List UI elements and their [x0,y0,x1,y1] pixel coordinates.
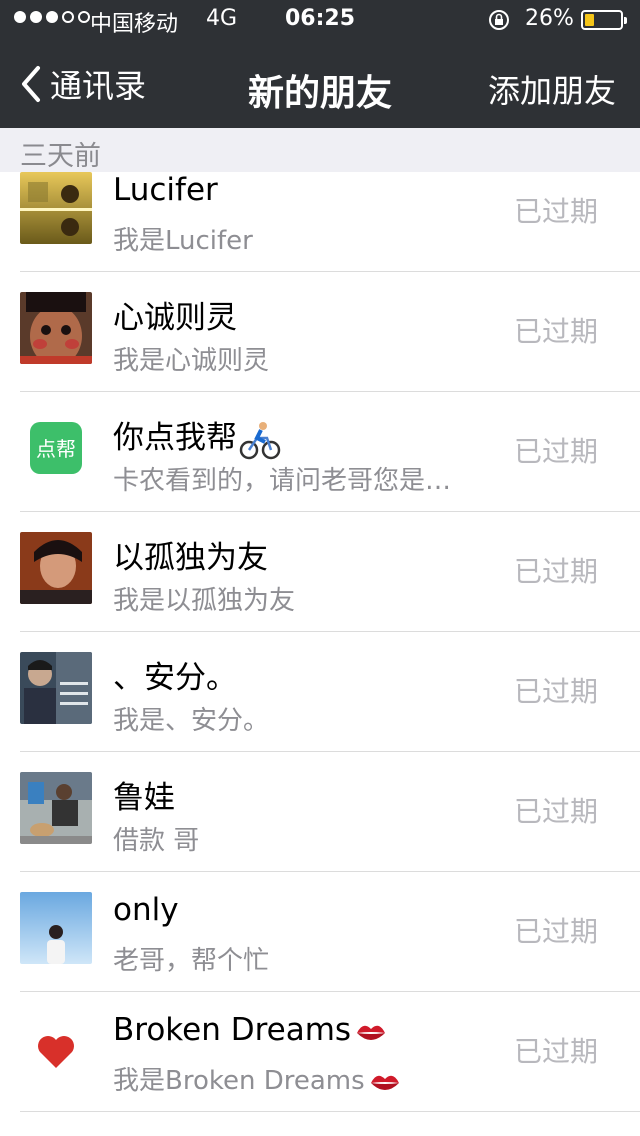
request-status: 已过期 [513,1035,598,1068]
add-friend-button[interactable]: 添加朋友 [488,66,616,112]
friend-request-row[interactable]: Lucifer 我是Lucifer 已过期 [0,172,640,272]
friend-name: 心诚则灵 [113,292,237,337]
friend-name: 、安分。 [113,652,237,697]
request-status: 已过期 [513,555,598,588]
sunset-photo-avatar [20,172,92,244]
svg-text:点帮: 点帮 [36,437,76,461]
request-status: 已过期 [513,195,598,228]
request-message: 老哥，帮个忙 [113,940,487,977]
friend-name-text: 以孤独为友 [113,540,268,576]
friend-request-row[interactable]: 点帮 你点我帮卡农看到的，请问老哥您是… 已过期 [0,392,640,512]
battery-percent: 26% [525,6,574,31]
friend-name: Broken Dreams [113,1012,389,1048]
friend-request-row[interactable]: only 老哥，帮个忙 已过期 [0,872,640,992]
friend-name-text: 、安分。 [113,660,237,696]
request-message-text: 我是Broken Dreams [113,1066,365,1096]
top-bar: 中国移动 4G 06:25 26% 通讯录 新的朋友 添加朋友 [0,0,640,128]
request-message-text: 我是、安分。 [113,706,270,736]
request-message-text: 我是心诚则灵 [113,346,270,376]
friend-name-text: 鲁娃 [113,780,175,816]
request-message: 我是心诚则灵 [113,340,487,377]
request-message: 我是Broken Dreams [113,1060,487,1097]
friend-request-list[interactable]: Lucifer 我是Lucifer 已过期 心诚则灵 我是心诚则灵 已过期 点帮 你点我帮 卡农… [0,172,640,1136]
cyclist-emoji-icon [239,421,281,459]
battery-icon [581,10,627,30]
friend-name-text: only [113,892,179,928]
person-with-dog-avatar [20,772,92,844]
request-message-text: 我是Lucifer [113,226,253,256]
request-message-text: 我是以孤独为友 [113,586,296,616]
request-message-text: 借款 哥 [113,826,200,856]
status-bar: 中国移动 4G 06:25 26% [0,0,640,40]
friend-request-row[interactable]: Broken Dreams 我是Broken Dreams 已过期 [0,992,640,1112]
friend-name-text: Lucifer [113,172,218,208]
red-heart-avatar [20,1012,92,1084]
rotation-lock-icon [489,10,509,30]
request-message: 借款 哥 [113,820,487,857]
request-message-text: 老哥，帮个忙 [113,946,270,976]
friend-name-text: 你点我帮 [113,420,237,456]
request-status: 已过期 [513,315,598,348]
request-message: 我是、安分。 [113,700,487,737]
battery-level [585,14,594,26]
keep-calm-photo-avatar [20,652,92,724]
request-message-text: 卡农看到的，请问老哥您是… [113,466,452,496]
friend-name-text: 心诚则灵 [113,300,237,336]
navigation-bar: 通讯录 新的朋友 添加朋友 [0,40,640,128]
child-face-avatar [20,292,92,364]
portrait-avatar [20,532,92,604]
row-divider [20,1111,640,1112]
friend-name: 你点我帮 [113,412,281,460]
friend-name: only [113,892,179,928]
sky-person-avatar [20,892,92,964]
request-message: 我是以孤独为友 [113,580,487,617]
friend-name: 鲁娃 [113,772,175,817]
request-message: 我是Lucifer [113,220,487,257]
friend-request-row[interactable]: 鲁娃借款 哥 已过期 [0,752,640,872]
dianbang-app-logo: 点帮 [20,412,92,484]
friend-name-text: Broken Dreams [113,1012,352,1048]
friend-request-row[interactable]: 心诚则灵我是心诚则灵 已过期 [0,272,640,392]
friend-request-row[interactable]: 、安分。我是、安分。 已过期 [0,632,640,752]
section-header: 三天前 [0,128,640,172]
request-status: 已过期 [513,915,598,948]
section-header-label: 三天前 [20,141,101,172]
request-message: 卡农看到的，请问老哥您是… [113,460,487,497]
friend-name: 以孤独为友 [113,532,268,577]
request-status: 已过期 [513,675,598,708]
kiss-mark-emoji-icon [370,1075,399,1090]
friend-name: Lucifer [113,172,218,208]
request-status: 已过期 [513,435,598,468]
request-status: 已过期 [513,795,598,828]
friend-request-row[interactable]: 以孤独为友我是以孤独为友 已过期 [0,512,640,632]
kiss-mark-emoji-icon [357,1025,386,1040]
